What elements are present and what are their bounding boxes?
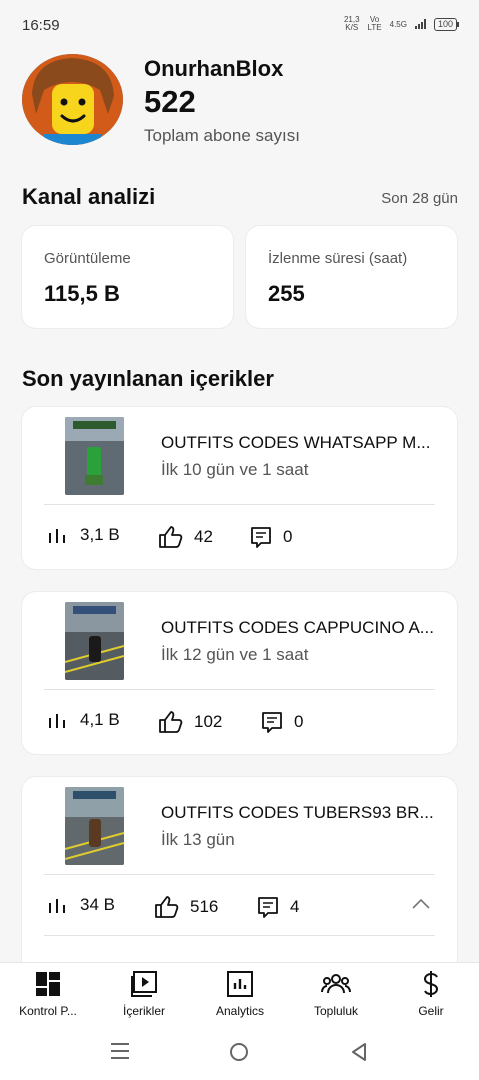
- comment-icon: [251, 527, 271, 548]
- video-age: İlk 13 gün: [161, 830, 235, 849]
- comments-metric[interactable]: 0: [249, 525, 292, 549]
- channel-name: OnurhanBlox: [144, 56, 284, 81]
- network-type: 4.5G: [389, 19, 407, 29]
- avatar[interactable]: [22, 54, 123, 145]
- watch-time-card[interactable]: İzlenme süresi (saat) 255: [246, 226, 457, 328]
- subscriber-label: Toplam abone sayısı: [144, 126, 300, 145]
- bar-chart-icon: [49, 529, 65, 543]
- video-title: OUTFITS CODES TUBERS93 BR...: [161, 803, 434, 822]
- thumbs-up-icon: [159, 526, 183, 548]
- nav-analytics[interactable]: Analytics: [192, 969, 288, 1018]
- nav-dashboard[interactable]: Kontrol P...: [0, 969, 96, 1018]
- bar-chart-icon: [49, 899, 65, 913]
- dashboard-icon: [0, 969, 96, 999]
- stat-value: 255: [268, 281, 305, 306]
- thumbs-up-icon: [159, 711, 183, 733]
- status-icons: 21,3 K/S Vo LTE 4.5G 100: [343, 15, 460, 32]
- subscriber-count: 522: [144, 84, 196, 119]
- video-age: İlk 10 gün ve 1 saat: [161, 460, 309, 479]
- signal-icon: [414, 19, 426, 29]
- video-age: İlk 12 gün ve 1 saat: [161, 645, 309, 664]
- volte-indicator: Vo LTE: [367, 15, 382, 32]
- divider: [44, 689, 435, 690]
- nav-label: Analytics: [215, 1004, 265, 1018]
- earn-icon: [383, 969, 479, 999]
- stat-value: 115,5 B: [44, 281, 120, 306]
- bar-chart-icon: [49, 714, 65, 728]
- nav-label: Topluluk: [313, 1004, 359, 1018]
- thumbs-up-icon: [155, 896, 179, 918]
- analytics-period: Son 28 gün: [381, 190, 458, 207]
- stat-label: Görüntüleme: [44, 250, 131, 267]
- menu-icon[interactable]: [110, 1042, 130, 1065]
- analytics-title: Kanal analizi: [22, 184, 156, 209]
- nav-label: Kontrol P...: [19, 1004, 77, 1018]
- system-nav-bar: [0, 1026, 479, 1080]
- views-metric: 34 B: [48, 895, 115, 915]
- comments-metric[interactable]: 4: [256, 895, 299, 919]
- comment-icon: [262, 712, 282, 733]
- nav-label: Gelir: [418, 1004, 444, 1018]
- video-title: OUTFITS CODES WHATSAPP M...: [161, 433, 431, 452]
- bottom-nav: Kontrol P... İçerikler Analytics Toplulu…: [0, 962, 479, 1027]
- analytics-icon: [192, 969, 288, 999]
- comments-metric[interactable]: 0: [260, 710, 303, 734]
- nav-earn[interactable]: Gelir: [383, 969, 479, 1018]
- views-metric: 3,1 B: [48, 525, 120, 545]
- back-icon[interactable]: [350, 1042, 368, 1067]
- video-thumbnail[interactable]: [65, 602, 124, 680]
- channel-header: OnurhanBlox 522 Toplam abone sayısı: [0, 52, 479, 157]
- video-card[interactable]: OUTFITS CODES WHATSAPP M... İlk 10 gün v…: [22, 407, 457, 569]
- divider: [44, 935, 435, 936]
- video-thumbnail[interactable]: [65, 787, 124, 865]
- nav-content[interactable]: İçerikler: [96, 969, 192, 1018]
- video-card[interactable]: OUTFITS CODES TUBERS93 BR... İlk 13 gün …: [22, 777, 457, 977]
- likes-metric[interactable]: 102: [158, 710, 222, 734]
- recent-content-title: Son yayınlanan içerikler: [22, 366, 274, 391]
- comment-icon: [258, 897, 278, 918]
- battery-icon: 100: [433, 17, 460, 31]
- community-icon: [288, 969, 384, 999]
- analytics-header: Kanal analizi Son 28 gün: [22, 184, 458, 214]
- likes-metric[interactable]: 42: [158, 525, 213, 549]
- video-thumbnail[interactable]: [65, 417, 124, 495]
- home-icon[interactable]: [229, 1042, 249, 1067]
- chevron-up-icon[interactable]: [411, 897, 431, 915]
- status-bar: 16:59 21,3 K/S Vo LTE 4.5G 100: [0, 0, 479, 52]
- content-icon: [96, 969, 192, 999]
- divider: [44, 504, 435, 505]
- likes-metric[interactable]: 516: [154, 895, 218, 919]
- views-metric: 4,1 B: [48, 710, 120, 730]
- video-card[interactable]: OUTFITS CODES CAPPUCINO A... İlk 12 gün …: [22, 592, 457, 754]
- network-speed: 21,3 K/S: [343, 15, 360, 32]
- status-time: 16:59: [22, 17, 60, 34]
- views-card[interactable]: Görüntüleme 115,5 B: [22, 226, 233, 328]
- divider: [44, 874, 435, 875]
- nav-label: İçerikler: [122, 1004, 165, 1018]
- video-title: OUTFITS CODES CAPPUCINO A...: [161, 618, 434, 637]
- nav-community[interactable]: Topluluk: [288, 969, 384, 1018]
- stat-label: İzlenme süresi (saat): [268, 250, 408, 267]
